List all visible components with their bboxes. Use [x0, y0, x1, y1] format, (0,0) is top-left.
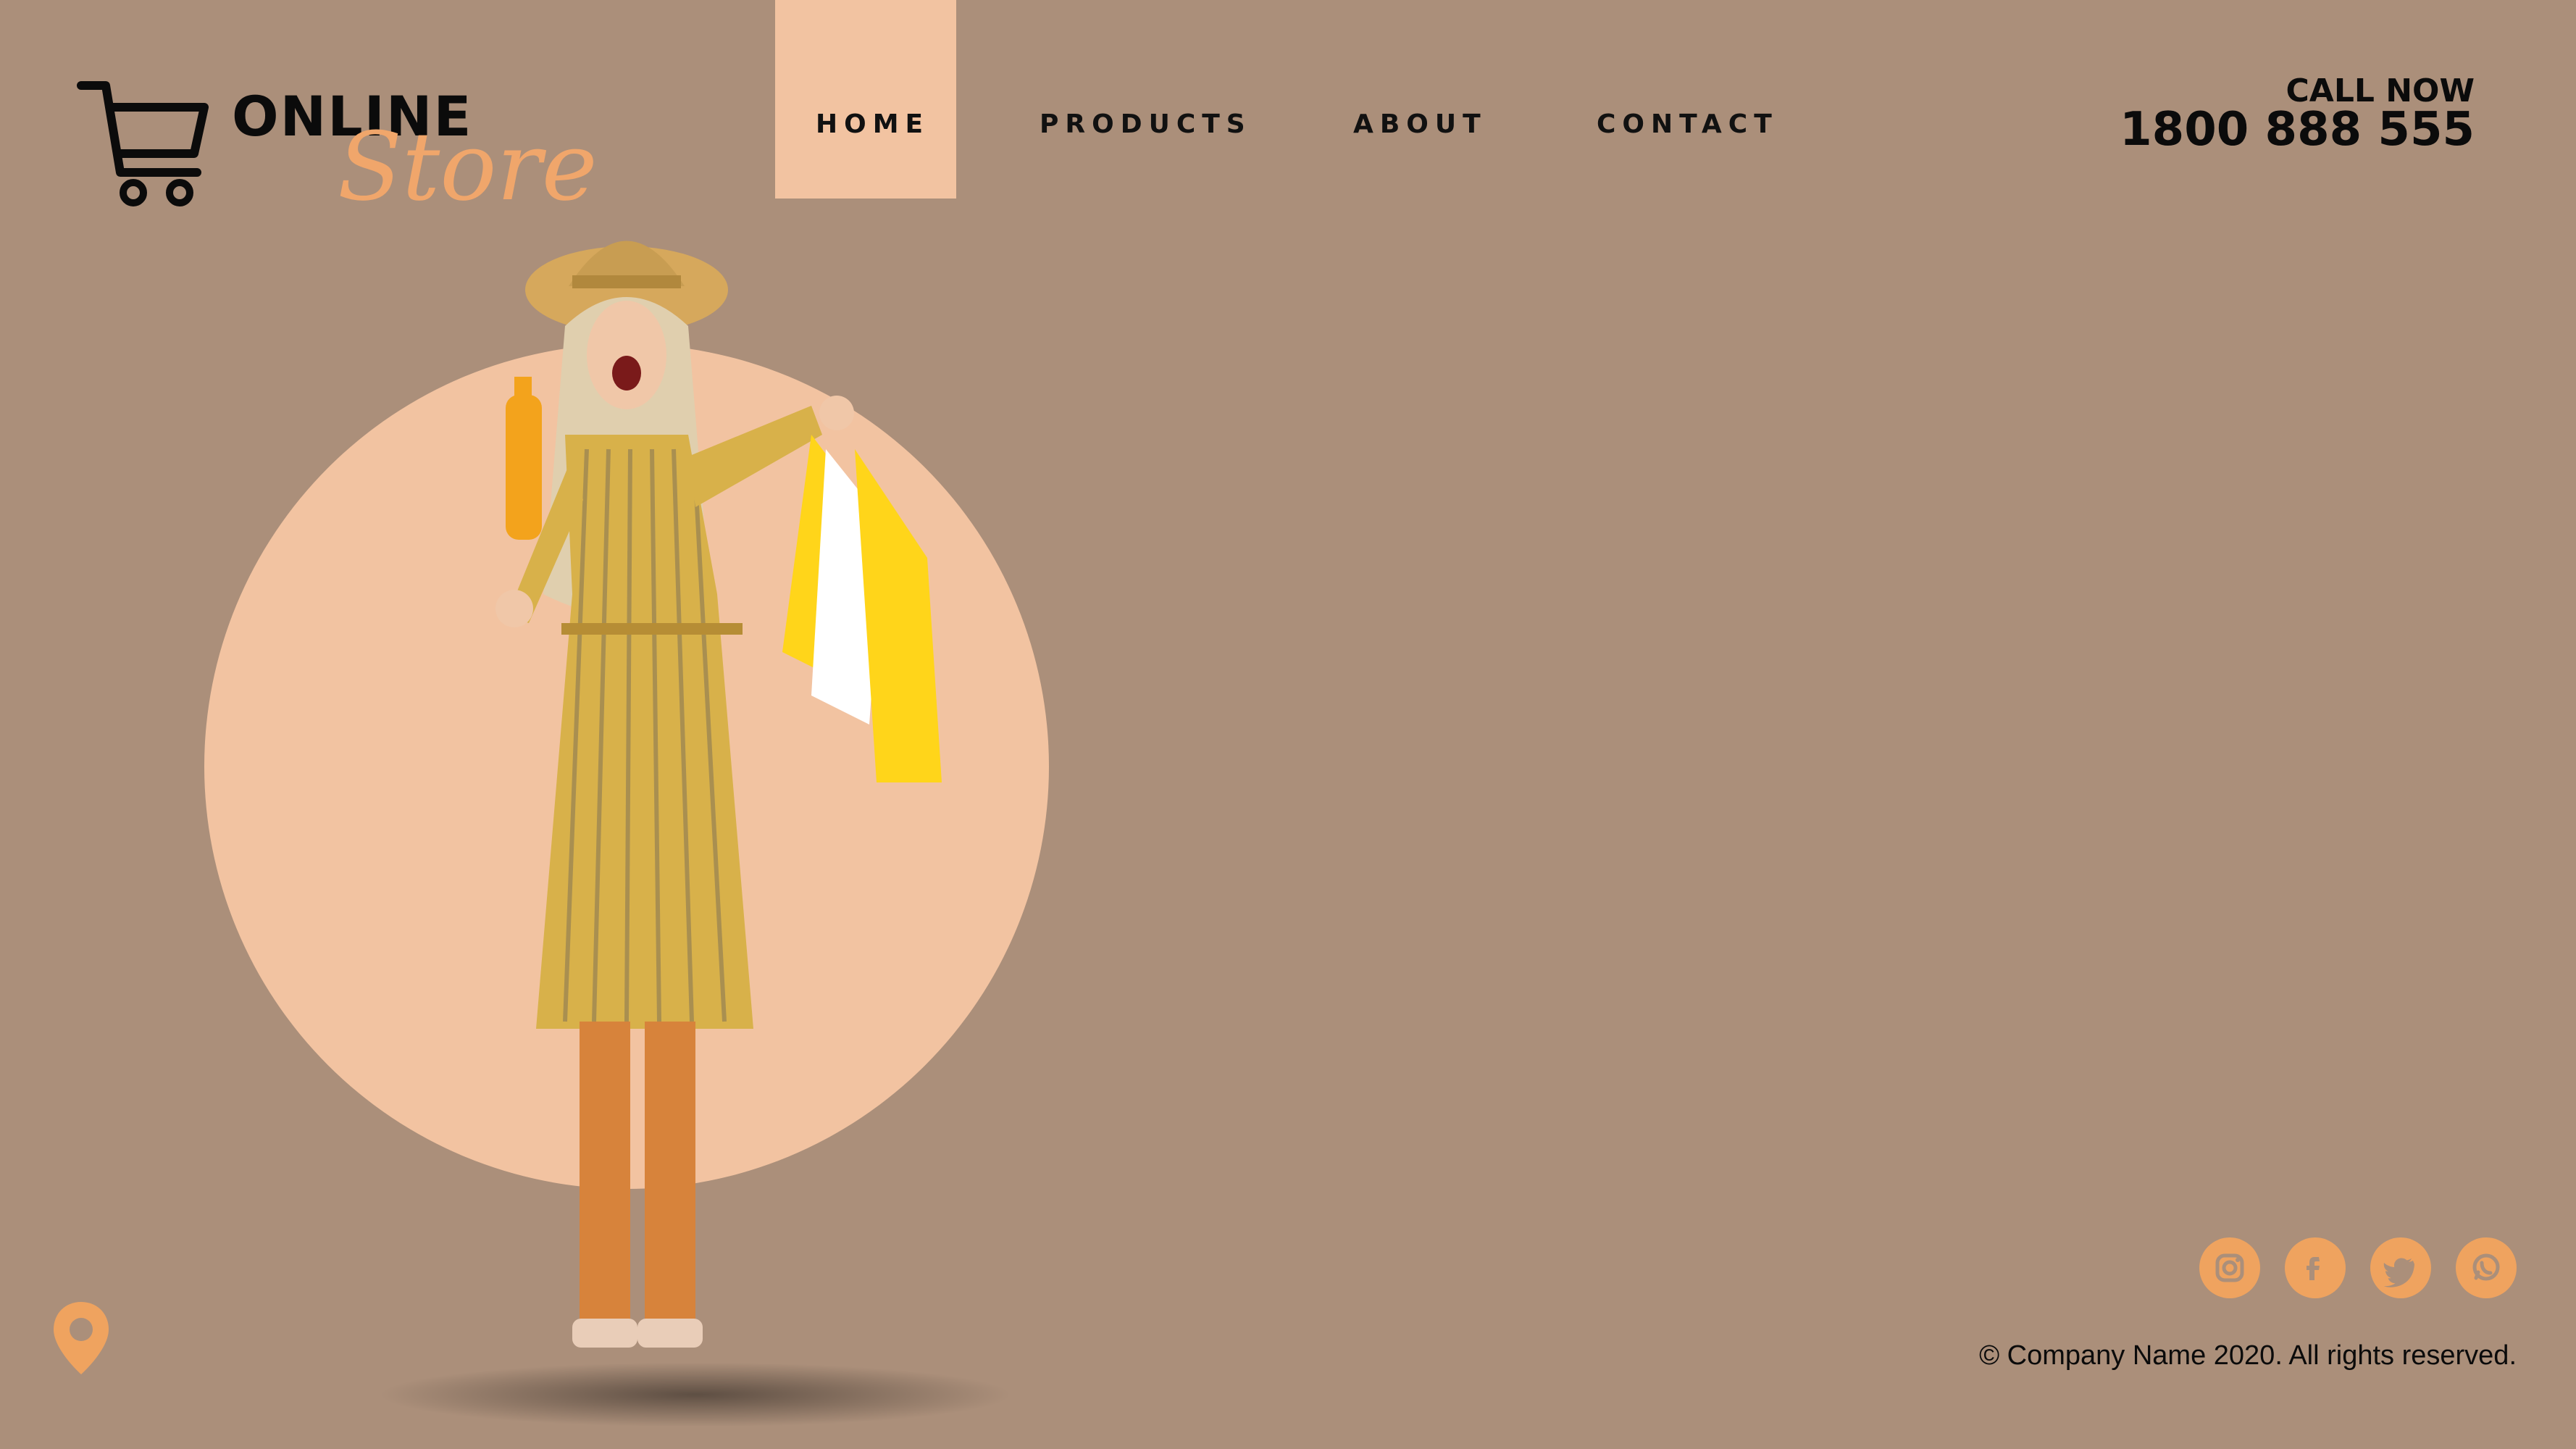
social-links	[2199, 1237, 2517, 1303]
facebook-icon[interactable]	[2285, 1237, 2346, 1298]
logo-script-text: Store	[338, 112, 598, 222]
shopping-cart-icon	[77, 81, 209, 206]
nav-active-highlight	[775, 0, 956, 199]
phone-number-link[interactable]: 1800 888 555	[2120, 103, 2475, 156]
hero-woman-image	[495, 241, 942, 1348]
twitter-icon[interactable]	[2370, 1237, 2431, 1298]
instagram-icon[interactable]	[2199, 1237, 2260, 1298]
brand-logo[interactable]: ONLINE Store	[77, 78, 598, 223]
whatsapp-icon[interactable]	[2456, 1237, 2517, 1298]
nav-item-products[interactable]: PRODUCTS	[1040, 103, 1252, 146]
nav-item-about[interactable]: ABOUT	[1353, 103, 1487, 146]
location-pin-icon[interactable]	[52, 1300, 110, 1376]
nav-item-home[interactable]: HOME	[816, 103, 929, 146]
copyright-text: © Company Name 2020. All rights reserved…	[1979, 1340, 2517, 1371]
nav-item-contact[interactable]: CONTACT	[1597, 103, 1778, 146]
